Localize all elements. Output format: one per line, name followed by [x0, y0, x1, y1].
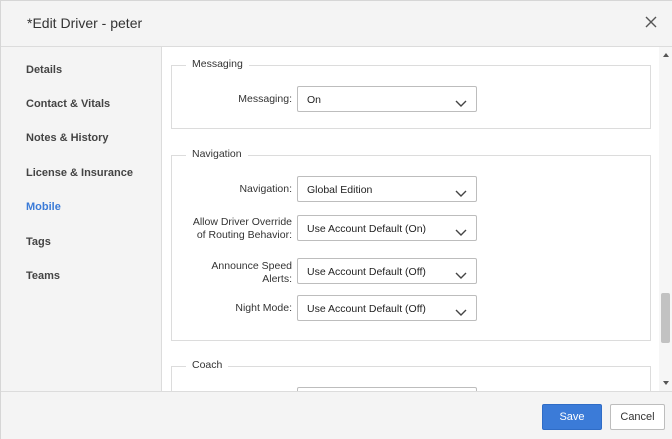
scroll-down-icon[interactable] — [663, 381, 669, 385]
edit-driver-dialog: *Edit Driver - peter Details Contact & V… — [0, 0, 672, 439]
chevron-down-icon — [455, 267, 467, 279]
routing-override-select-value: Use Account Default (On) — [307, 223, 427, 235]
sidebar: Details Contact & Vitals Notes & History… — [1, 47, 162, 391]
sidebar-item-tags[interactable]: Tags — [26, 236, 51, 248]
scroll-up-icon[interactable] — [663, 53, 669, 57]
navigation-select-value: Global Edition — [307, 184, 373, 196]
messaging-label: Messaging: — [238, 93, 292, 105]
chevron-down-icon — [455, 95, 467, 107]
chevron-down-icon — [455, 224, 467, 236]
mobile-settings-panel: Messaging Messaging: On Navigation Navig… — [162, 47, 659, 391]
sidebar-item-teams[interactable]: Teams — [26, 270, 60, 282]
navigation-label: Navigation: — [239, 183, 292, 195]
night-mode-label: Night Mode: — [235, 302, 292, 314]
routing-override-label-line2: of Routing Behavior: — [196, 229, 292, 241]
dialog-footer: Save Cancel — [1, 391, 672, 439]
navigation-legend: Navigation — [186, 148, 248, 160]
messaging-legend: Messaging — [186, 58, 249, 70]
dialog-title: *Edit Driver - peter — [27, 15, 143, 31]
speed-alerts-label: Announce Speed Alerts: — [172, 260, 292, 286]
messaging-section: Messaging Messaging: On — [171, 58, 651, 129]
routing-override-label: Allow Driver Override of Routing Behavio… — [172, 216, 292, 242]
cancel-button[interactable]: Cancel — [610, 404, 665, 430]
close-icon[interactable] — [643, 14, 659, 30]
messaging-select-value: On — [307, 94, 322, 106]
sidebar-item-contact-vitals[interactable]: Contact & Vitals — [26, 98, 110, 110]
dialog-header: *Edit Driver - peter — [1, 1, 672, 47]
speed-alerts-select-value: Use Account Default (Off) — [307, 266, 426, 278]
coach-legend: Coach — [186, 359, 229, 371]
night-mode-select[interactable]: Use Account Default (Off) — [297, 295, 477, 321]
speed-alerts-select[interactable]: Use Account Default (Off) — [297, 258, 477, 284]
scroll-thumb[interactable] — [661, 293, 670, 343]
sidebar-item-notes-history[interactable]: Notes & History — [26, 132, 109, 144]
sidebar-item-license-insurance[interactable]: License & Insurance — [26, 167, 133, 179]
night-mode-select-value: Use Account Default (Off) — [307, 303, 426, 315]
coach-section: Coach — [171, 359, 651, 391]
sidebar-item-mobile[interactable]: Mobile — [26, 201, 61, 213]
content-scrollbar[interactable] — [659, 47, 672, 391]
chevron-down-icon — [455, 304, 467, 316]
speed-alerts-label-line2: Alerts: — [262, 273, 292, 285]
routing-override-label-line1: Allow Driver Override — [192, 216, 292, 228]
navigation-section: Navigation Navigation: Global Edition Al… — [171, 148, 651, 341]
messaging-select[interactable]: On — [297, 86, 477, 112]
navigation-select[interactable]: Global Edition — [297, 176, 477, 202]
chevron-down-icon — [455, 185, 467, 197]
sidebar-item-details[interactable]: Details — [26, 64, 62, 76]
speed-alerts-label-line1: Announce Speed — [211, 260, 292, 272]
save-button[interactable]: Save — [542, 404, 602, 430]
routing-override-select[interactable]: Use Account Default (On) — [297, 215, 477, 241]
